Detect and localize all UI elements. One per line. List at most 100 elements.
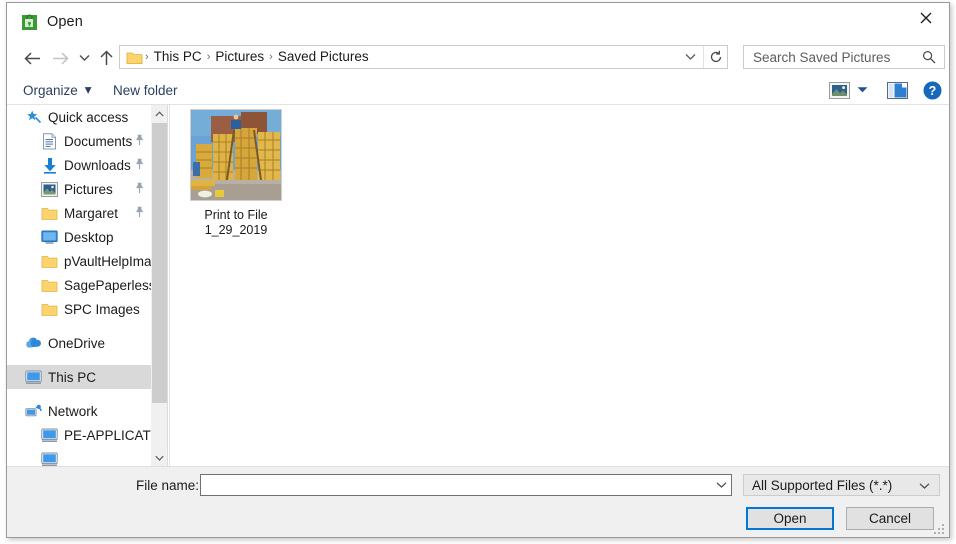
- computer-icon: [41, 427, 58, 444]
- organize-button[interactable]: Organize ▾: [23, 80, 92, 100]
- chevron-down-icon: [857, 87, 867, 93]
- file-name-label: Print to File 1_29_2019: [204, 208, 267, 238]
- chevron-down-icon: [79, 55, 89, 61]
- sidebar-item-downloads[interactable]: Downloads: [7, 153, 151, 177]
- picture-icon: [41, 181, 58, 198]
- sidebar-item-label: Downloads: [64, 157, 131, 173]
- dialog-footer: File name: All Supported Files (*.*) Ope…: [7, 466, 949, 537]
- search-input[interactable]: [751, 48, 911, 66]
- svg-text:?: ?: [928, 84, 936, 98]
- change-view-button[interactable]: [827, 79, 851, 101]
- chevron-down-icon: [919, 483, 930, 489]
- resize-grip[interactable]: [934, 522, 946, 534]
- back-button[interactable]: [21, 47, 43, 69]
- star-pin-icon: [25, 109, 42, 126]
- organize-label: Organize: [23, 82, 78, 98]
- cancel-button-label: Cancel: [868, 511, 912, 526]
- refresh-button[interactable]: [703, 46, 727, 68]
- folder-icon: [126, 52, 143, 64]
- preview-pane-icon: [886, 81, 908, 99]
- breadcrumb-this-pc[interactable]: This PC: [149, 46, 207, 68]
- pin-icon[interactable]: [134, 158, 145, 173]
- sidebar-item-label: Network: [48, 403, 98, 419]
- dialog-body: Quick access Documents Downloads Pictures Ma…: [7, 105, 949, 466]
- file-thumbnail: [190, 109, 282, 201]
- file-name-line2: 1_29_2019: [204, 223, 268, 237]
- chevron-down-icon: [685, 54, 695, 60]
- picture-view-icon: [828, 81, 850, 99]
- pin-icon[interactable]: [134, 182, 145, 197]
- title-bar: Open: [7, 3, 949, 41]
- cancel-button[interactable]: Cancel: [846, 507, 934, 530]
- file-name-line1: Print to File: [204, 208, 268, 222]
- chevron-up-icon: [155, 110, 164, 116]
- sidebar-item-label: PE-APPLICATION: [64, 427, 151, 443]
- pin-icon[interactable]: [134, 134, 145, 149]
- sidebar-scrollbar[interactable]: [151, 105, 168, 466]
- file-name-input-wrapper[interactable]: [200, 474, 732, 496]
- address-bar[interactable]: › This PC › Pictures › Saved Pictures: [119, 45, 728, 69]
- address-dropdown-button[interactable]: [679, 46, 701, 68]
- scroll-up-button[interactable]: [151, 105, 168, 122]
- file-name-input[interactable]: [206, 476, 706, 494]
- file-list-view[interactable]: Print to File 1_29_2019: [169, 105, 949, 466]
- sidebar-item-label: Desktop: [64, 229, 114, 245]
- chevron-down-icon: [716, 482, 727, 488]
- sidebar-item-quick-access[interactable]: Quick access: [7, 105, 151, 129]
- sidebar-item-label: Pictures: [64, 181, 113, 197]
- forward-button[interactable]: [49, 47, 71, 69]
- help-question-icon: ?: [923, 81, 941, 99]
- computer-icon: [41, 451, 58, 467]
- chevron-down-icon: ▾: [84, 82, 92, 97]
- view-dropdown-button[interactable]: [853, 79, 871, 101]
- sidebar-item-pvaulthelpimages[interactable]: pVaultHelpImages: [7, 249, 151, 273]
- sidebar-item-this-pc[interactable]: This PC: [7, 365, 151, 389]
- file-type-select[interactable]: All Supported Files (*.*): [743, 474, 940, 496]
- sidebar-item-label: SagePaperless7Help: [64, 277, 151, 293]
- open-button[interactable]: Open: [746, 507, 834, 530]
- refresh-icon: [710, 50, 721, 63]
- sidebar-group-spacer: [7, 355, 151, 365]
- breadcrumb-saved-pictures[interactable]: Saved Pictures: [273, 46, 374, 68]
- recent-locations-button[interactable]: [73, 47, 95, 69]
- sidebar-item-label: This PC: [48, 369, 97, 385]
- preview-pane-button[interactable]: [885, 79, 909, 101]
- help-button[interactable]: ?: [921, 79, 943, 101]
- sidebar-item-desktop[interactable]: Desktop: [7, 225, 151, 249]
- close-button[interactable]: [903, 3, 949, 33]
- network-icon: [25, 403, 42, 420]
- computer-icon: [25, 369, 42, 386]
- toolbar: Organize ▾ New folder ?: [7, 74, 949, 105]
- scroll-down-button[interactable]: [151, 449, 168, 466]
- sidebar-item-margaret[interactable]: Margaret: [7, 201, 151, 225]
- sidebar-item-label: OneDrive: [48, 335, 106, 351]
- breadcrumb-pictures[interactable]: Pictures: [210, 46, 269, 68]
- back-arrow-icon: [23, 51, 40, 65]
- sidebar-item-blank-13[interactable]: [7, 447, 151, 466]
- navigation-bar: › This PC › Pictures › Saved Pictures: [7, 41, 949, 74]
- sidebar-item-label: pVaultHelpImages: [64, 253, 151, 269]
- open-button-label: Open: [773, 511, 807, 526]
- new-folder-button[interactable]: New folder: [113, 80, 178, 100]
- file-name-dropdown-button[interactable]: [712, 475, 731, 495]
- sidebar-item-pictures[interactable]: Pictures: [7, 177, 151, 201]
- window-title: Open: [47, 14, 83, 30]
- search-box[interactable]: [743, 45, 945, 69]
- folder-icon: [41, 253, 58, 270]
- green-lock-document-icon: [21, 14, 38, 31]
- sidebar-item-network[interactable]: Network: [7, 399, 151, 423]
- navigation-sidebar[interactable]: Quick access Documents Downloads Pictures Ma…: [7, 105, 151, 466]
- file-item[interactable]: Print to File 1_29_2019: [184, 109, 288, 238]
- sidebar-item-spc-images[interactable]: SPC Images: [7, 297, 151, 321]
- up-arrow-icon: [99, 50, 113, 65]
- sidebar-item-pe-application[interactable]: PE-APPLICATION: [7, 423, 151, 447]
- sidebar-item-documents[interactable]: Documents: [7, 129, 151, 153]
- folder-icon: [41, 205, 58, 222]
- sidebar-item-label: Margaret: [64, 205, 119, 221]
- pin-icon[interactable]: [134, 206, 145, 221]
- sidebar-item-sagepaperless7help[interactable]: SagePaperless7Help: [7, 273, 151, 297]
- scrollbar-thumb[interactable]: [152, 123, 167, 403]
- sidebar-item-label: Quick access: [48, 109, 129, 125]
- up-button[interactable]: [95, 47, 117, 69]
- sidebar-item-onedrive[interactable]: OneDrive: [7, 331, 151, 355]
